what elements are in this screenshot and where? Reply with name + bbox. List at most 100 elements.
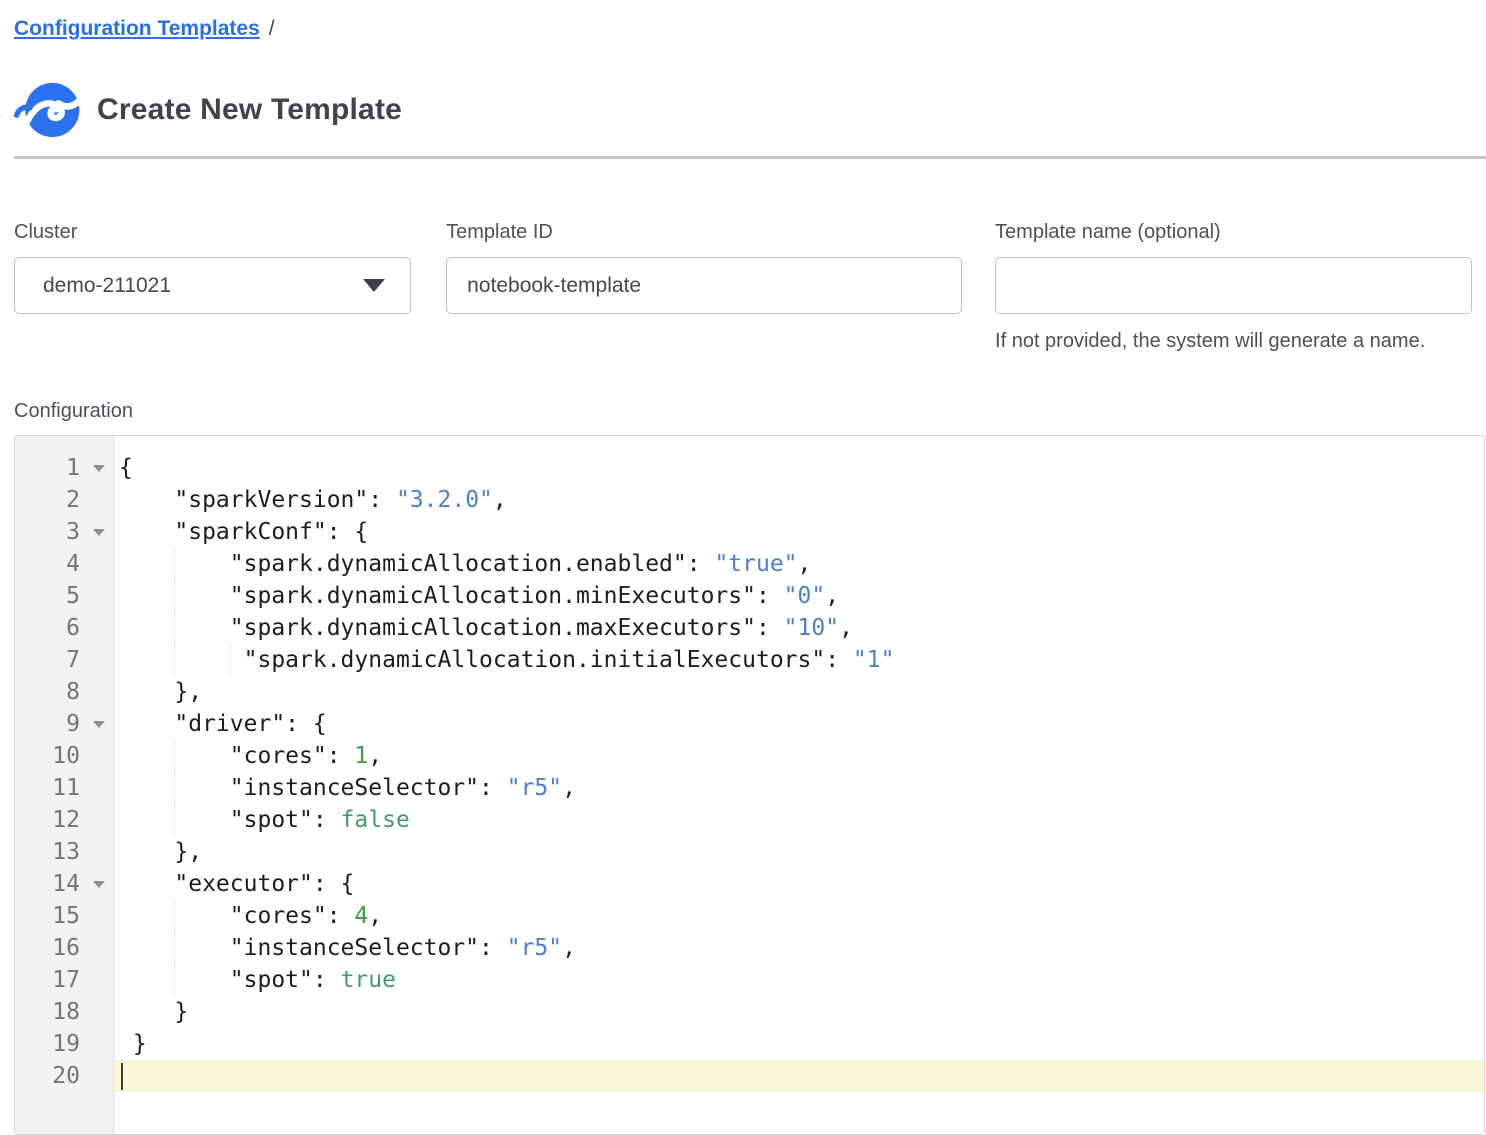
code-line[interactable]: "instanceSelector": "r5", — [114, 772, 1484, 804]
line-number: 19 — [52, 1031, 80, 1057]
indent-guide-line — [174, 580, 175, 612]
gutter-row: 14 — [15, 868, 113, 900]
line-number: 12 — [52, 807, 80, 833]
template-name-helper-text: If not provided, the system will generat… — [995, 329, 1472, 353]
code-token: false — [341, 807, 410, 833]
indent-guide-line — [174, 900, 175, 932]
template-name-label: Template name (optional) — [995, 220, 1472, 244]
template-id-input[interactable] — [446, 257, 962, 314]
fold-arrow-icon[interactable] — [93, 465, 105, 472]
code-token: "10" — [784, 615, 839, 641]
code-line[interactable]: "driver": { — [114, 708, 1484, 740]
code-line[interactable]: "executor": { — [114, 868, 1484, 900]
gutter-row: 2 — [15, 484, 113, 516]
breadcrumb: Configuration Templates / — [14, 17, 1472, 41]
code-line[interactable]: "instanceSelector": "r5", — [114, 932, 1484, 964]
code-token: }, — [119, 679, 202, 705]
line-number: 16 — [52, 935, 80, 961]
code-token: , — [839, 615, 853, 641]
code-token: "instanceSelector": — [119, 775, 507, 801]
code-line[interactable]: } — [114, 996, 1484, 1028]
code-line[interactable]: "spark.dynamicAllocation.maxExecutors": … — [114, 612, 1484, 644]
line-number: 14 — [52, 871, 80, 897]
editor-gutter: 1234567891011121314151617181920 — [15, 436, 114, 1134]
code-token: "driver": { — [119, 711, 327, 737]
code-line[interactable]: "cores": 4, — [114, 900, 1484, 932]
code-line[interactable]: }, — [114, 836, 1484, 868]
gutter-row: 12 — [15, 804, 113, 836]
code-line[interactable]: "spark.dynamicAllocation.minExecutors": … — [114, 580, 1484, 612]
create-template-page: Configuration Templates / Create New Temp… — [0, 0, 1486, 1135]
gutter-row: 19 — [15, 1028, 113, 1060]
line-number: 5 — [66, 583, 80, 609]
code-line[interactable]: "spark.dynamicAllocation.enabled": "true… — [114, 548, 1484, 580]
code-token: "3.2.0" — [396, 487, 493, 513]
gutter-row: 15 — [15, 900, 113, 932]
page-header: Create New Template — [14, 81, 1472, 139]
gutter-row: 13 — [15, 836, 113, 868]
configuration-label: Configuration — [14, 399, 1472, 423]
breadcrumb-separator: / — [269, 17, 275, 40]
indent-guide-line — [174, 612, 175, 644]
indent-guide-line — [174, 964, 175, 996]
configuration-section: Configuration 12345678910111213141516171… — [14, 399, 1472, 1135]
code-token: "spark.dynamicAllocation.minExecutors": — [119, 583, 784, 609]
code-token: "1" — [853, 647, 895, 673]
ocean-wave-logo-icon — [14, 81, 80, 139]
indent-guide-line — [230, 644, 231, 676]
code-line[interactable]: } — [114, 1028, 1484, 1060]
code-token: }, — [119, 839, 202, 865]
divider — [14, 156, 1486, 159]
fold-arrow-icon[interactable] — [93, 529, 105, 536]
code-token: , — [493, 487, 507, 513]
cluster-select[interactable]: demo-211021 — [14, 257, 411, 314]
line-number: 18 — [52, 999, 80, 1025]
code-token: , — [368, 743, 382, 769]
code-line[interactable]: "sparkVersion": "3.2.0", — [114, 484, 1484, 516]
line-number: 15 — [52, 903, 80, 929]
template-form: Cluster demo-211021 Template ID Template… — [14, 220, 1472, 353]
indent-guide-line — [174, 932, 175, 964]
line-number: 8 — [66, 679, 80, 705]
cluster-field: Cluster demo-211021 — [14, 220, 411, 314]
gutter-row: 7 — [15, 644, 113, 676]
code-token: "spot": — [119, 807, 341, 833]
indent-guide-line — [174, 548, 175, 580]
line-number: 10 — [52, 743, 80, 769]
code-token: "spark.dynamicAllocation.maxExecutors": — [119, 615, 784, 641]
code-token: } — [119, 1031, 147, 1057]
code-token: } — [119, 999, 188, 1025]
line-number: 3 — [66, 519, 80, 545]
code-line[interactable]: "spot": true — [114, 964, 1484, 996]
configuration-code-editor[interactable]: 1234567891011121314151617181920 { "spark… — [14, 435, 1485, 1135]
fold-arrow-icon[interactable] — [93, 721, 105, 728]
code-token: "instanceSelector": — [119, 935, 507, 961]
gutter-row: 6 — [15, 612, 113, 644]
template-id-label: Template ID — [446, 220, 962, 244]
line-number: 20 — [52, 1063, 80, 1089]
code-line[interactable]: { — [114, 452, 1484, 484]
line-number: 2 — [66, 487, 80, 513]
code-token: "cores": — [119, 743, 354, 769]
code-token: , — [562, 935, 576, 961]
code-line[interactable]: "spot": false — [114, 804, 1484, 836]
code-line[interactable]: }, — [114, 676, 1484, 708]
gutter-row: 10 — [15, 740, 113, 772]
code-token: , — [825, 583, 839, 609]
indent-guide-line — [174, 740, 175, 772]
code-line[interactable]: "cores": 1, — [114, 740, 1484, 772]
code-line[interactable] — [114, 1060, 1484, 1092]
gutter-row: 9 — [15, 708, 113, 740]
fold-arrow-icon[interactable] — [93, 881, 105, 888]
template-name-field: Template name (optional) If not provided… — [995, 220, 1472, 353]
line-number: 6 — [66, 615, 80, 641]
template-name-input[interactable] — [995, 257, 1472, 314]
breadcrumb-link-configuration-templates[interactable]: Configuration Templates — [14, 17, 260, 40]
code-line[interactable]: "sparkConf": { — [114, 516, 1484, 548]
cluster-label: Cluster — [14, 220, 411, 244]
code-line[interactable]: "spark.dynamicAllocation.initialExecutor… — [114, 644, 1484, 676]
cluster-select-value: demo-211021 — [43, 274, 171, 298]
gutter-row: 16 — [15, 932, 113, 964]
editor-code-area[interactable]: { "sparkVersion": "3.2.0", "sparkConf": … — [114, 436, 1484, 1134]
code-token: , — [368, 903, 382, 929]
